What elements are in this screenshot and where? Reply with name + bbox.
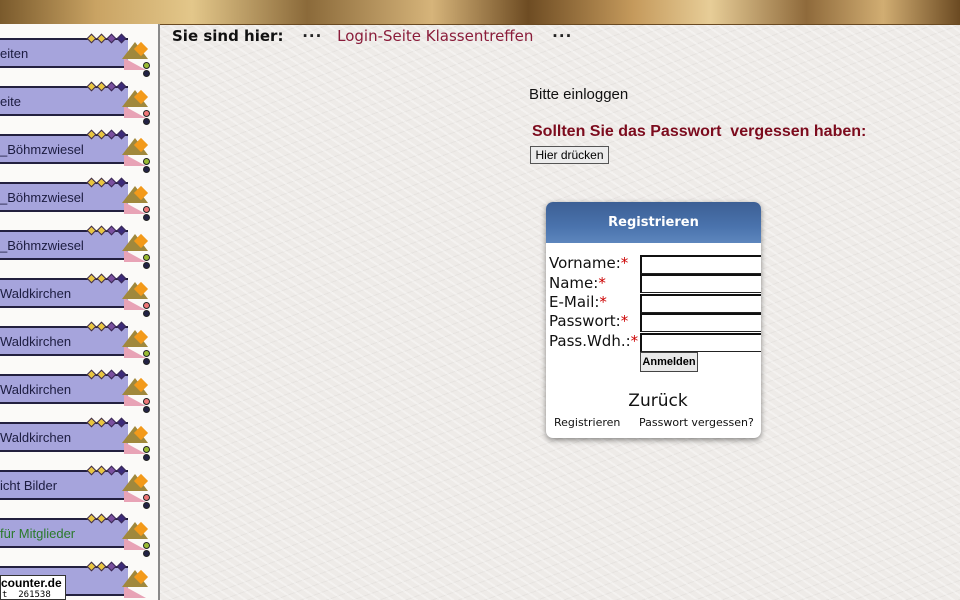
registration-panel: Registrieren Vorname:* Name:* E-Mail:* P…	[546, 202, 761, 438]
sidebar-item-label: Waldkirchen	[0, 286, 72, 301]
breadcrumb-separator: ···	[552, 27, 573, 45]
sidebar-item[interactable]: _Böhmzwiesel	[0, 177, 155, 221]
sidebar-item-label: Waldkirchen	[0, 334, 72, 349]
counter-value: t 261538	[2, 590, 51, 600]
vorname-input[interactable]	[640, 255, 761, 274]
breadcrumb: Sie sind hier: ··· Login-Seite Klassentr…	[172, 27, 572, 49]
header-photo-banner	[0, 0, 960, 25]
register-link[interactable]: Registrieren	[554, 416, 620, 429]
required-asterisk: *	[620, 254, 629, 272]
back-link[interactable]: Zurück	[546, 391, 761, 411]
sidebar-item[interactable]: eiten	[0, 33, 155, 77]
sidebar-item[interactable]: Waldkirchen	[0, 417, 155, 461]
sidebar-item-label: für Mitglieder	[0, 526, 76, 541]
sidebar-item[interactable]: _Böhmzwiesel	[0, 129, 155, 173]
sidebar-item-label: eite	[0, 94, 21, 109]
sidebar-item-label: eiten	[0, 46, 29, 61]
field-label-email: E-Mail:*	[549, 293, 607, 311]
login-prompt-text: Bitte einloggen	[529, 86, 629, 103]
breadcrumb-separator: ···	[302, 27, 323, 45]
breadcrumb-prefix: Sie sind hier:	[172, 27, 284, 45]
field-label-passwort: Passwort:*	[549, 312, 629, 330]
panel-title: Registrieren	[546, 202, 761, 243]
email-input[interactable]	[640, 294, 761, 313]
password-repeat-input[interactable]	[640, 333, 761, 352]
breadcrumb-current-link[interactable]: Login-Seite Klassentreffen	[337, 27, 533, 45]
forgot-password-button[interactable]: Hier drücken	[530, 146, 609, 164]
field-label-pass-wdh: Pass.Wdh.:*	[549, 332, 639, 350]
sidebar-item-label: Waldkirchen	[0, 382, 72, 397]
required-asterisk: *	[598, 274, 606, 292]
visitor-counter[interactable]: counter.de t 261538	[0, 575, 66, 600]
sidebar-item[interactable]: _Böhmzwiesel	[0, 225, 155, 269]
sidebar-item-label: Waldkirchen	[0, 430, 72, 445]
sidebar-item[interactable]: icht Bilder	[0, 465, 155, 509]
forgot-password-message: Sollten Sie das Passwort vergessen haben…	[532, 123, 867, 140]
field-label-vorname: Vorname:*	[549, 254, 629, 272]
sidebar-nav: eiten eite _Böhmzwiesel _Böhmzwiesel _Bö…	[0, 24, 160, 600]
sidebar-item-label: _Böhmzwiesel	[0, 238, 84, 253]
sidebar-item-label: icht Bilder	[0, 478, 58, 493]
field-label-name: Name:*	[549, 274, 606, 292]
password-input[interactable]	[640, 313, 761, 332]
required-asterisk: *	[620, 312, 629, 330]
anmelden-button[interactable]: Anmelden	[640, 352, 698, 372]
forgot-password-link[interactable]: Passwort vergessen?	[639, 416, 754, 429]
sidebar-item[interactable]: Waldkirchen	[0, 273, 155, 317]
required-asterisk: *	[599, 293, 607, 311]
sidebar-item-label: _Böhmzwiesel	[0, 142, 84, 157]
sidebar-item[interactable]: Waldkirchen	[0, 369, 155, 413]
counter-site-label: counter.de	[1, 576, 62, 590]
sidebar-item-label: _Böhmzwiesel	[0, 190, 84, 205]
sidebar-item[interactable]: für Mitglieder	[0, 513, 155, 557]
sidebar-item[interactable]: Waldkirchen	[0, 321, 155, 365]
sidebar-item[interactable]: eite	[0, 81, 155, 125]
required-asterisk: *	[630, 332, 639, 350]
name-input[interactable]	[640, 274, 761, 293]
